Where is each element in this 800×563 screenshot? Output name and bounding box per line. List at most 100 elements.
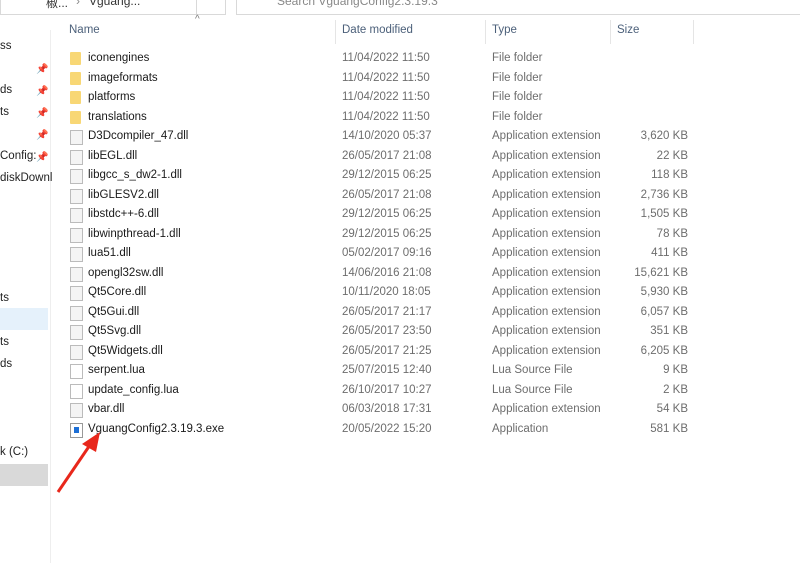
- file-type: Application extension: [492, 228, 601, 240]
- nav-item[interactable]: ts: [0, 336, 9, 348]
- sort-up-icon: ^: [195, 14, 200, 25]
- file-row[interactable]: libstdc++-6.dll 29/12/2015 06:25 Applica…: [60, 205, 700, 225]
- breadcrumb-parent[interactable]: 椒...: [46, 0, 68, 11]
- file-type: Application extension: [492, 247, 601, 259]
- file-type: Application extension: [492, 169, 601, 181]
- refresh-button[interactable]: [196, 0, 226, 15]
- dll-icon: [70, 228, 83, 243]
- selected-drive[interactable]: [0, 464, 48, 486]
- file-type: Application extension: [492, 325, 601, 337]
- dll-icon: [70, 208, 83, 223]
- txt-icon: [70, 364, 83, 379]
- nav-item[interactable]: diskDownl: [0, 172, 52, 184]
- pin-icon: 📌: [36, 152, 48, 163]
- file-size: 22 KB: [657, 150, 688, 162]
- file-row[interactable]: platforms 11/04/2022 11:50 File folder: [60, 88, 700, 108]
- file-row[interactable]: lua51.dll 05/02/2017 09:16 Application e…: [60, 244, 700, 264]
- file-row[interactable]: libgcc_s_dw2-1.dll 29/12/2015 06:25 Appl…: [60, 166, 700, 186]
- file-size: 1,505 KB: [641, 208, 688, 220]
- folder-icon: [70, 111, 81, 124]
- file-row[interactable]: opengl32sw.dll 14/06/2016 21:08 Applicat…: [60, 264, 700, 284]
- file-row[interactable]: serpent.lua 25/07/2015 12:40 Lua Source …: [60, 361, 700, 381]
- pin-icon: 📌: [36, 64, 48, 75]
- nav-item[interactable]: k (C:): [0, 446, 28, 458]
- dll-icon: [70, 189, 83, 204]
- file-type: Application extension: [492, 189, 601, 201]
- file-size: 5,930 KB: [641, 286, 688, 298]
- folder-icon: [70, 91, 81, 104]
- column-header-type[interactable]: Type: [492, 24, 517, 42]
- file-row[interactable]: imageformats 11/04/2022 11:50 File folde…: [60, 69, 700, 89]
- folder-icon: [70, 52, 81, 65]
- file-type: Application extension: [492, 208, 601, 220]
- dll-icon: [70, 286, 83, 301]
- file-row[interactable]: Qt5Widgets.dll 26/05/2017 21:25 Applicat…: [60, 342, 700, 362]
- address-bar[interactable]: 椒... › Vguang...: [0, 0, 197, 15]
- file-name: serpent.lua: [88, 364, 145, 376]
- file-date: 05/02/2017 09:16: [342, 247, 432, 259]
- pin-icon: 📌: [36, 86, 48, 97]
- file-size: 6,057 KB: [641, 306, 688, 318]
- file-type: File folder: [492, 111, 543, 123]
- file-row[interactable]: update_config.lua 26/10/2017 10:27 Lua S…: [60, 381, 700, 401]
- file-size: 581 KB: [650, 423, 688, 435]
- file-date: 26/05/2017 21:08: [342, 189, 432, 201]
- txt-icon: [70, 384, 83, 399]
- file-size: 411 KB: [651, 247, 688, 259]
- file-size: 3,620 KB: [641, 130, 688, 142]
- file-date: 26/05/2017 21:25: [342, 345, 432, 357]
- file-name: translations: [88, 111, 147, 123]
- breadcrumb-current[interactable]: Vguang...: [89, 0, 140, 8]
- file-date: 26/05/2017 21:17: [342, 306, 432, 318]
- file-row[interactable]: libEGL.dll 26/05/2017 21:08 Application …: [60, 147, 700, 167]
- file-type: Application extension: [492, 345, 601, 357]
- file-date: 11/04/2022 11:50: [342, 72, 430, 84]
- file-size: 9 KB: [663, 364, 688, 376]
- file-size: 2,736 KB: [641, 189, 688, 201]
- file-name: platforms: [88, 91, 135, 103]
- file-row[interactable]: Qt5Svg.dll 26/05/2017 23:50 Application …: [60, 322, 700, 342]
- red-arrow-annotation: [52, 432, 112, 497]
- file-type: File folder: [492, 52, 543, 64]
- file-date: 11/04/2022 11:50: [342, 52, 430, 64]
- navigation-pane: ss ds ts Config: diskDownl ts ts ds k (C…: [0, 30, 51, 563]
- file-type: Application extension: [492, 286, 601, 298]
- file-date: 29/12/2015 06:25: [342, 228, 432, 240]
- file-size: 118 KB: [651, 169, 688, 181]
- file-row[interactable]: Qt5Gui.dll 26/05/2017 21:17 Application …: [60, 303, 700, 323]
- file-size: 351 KB: [650, 325, 688, 337]
- search-input[interactable]: Search VguangConfig2.3.19.3: [236, 0, 800, 15]
- nav-item[interactable]: ss: [0, 40, 12, 52]
- file-name: Qt5Core.dll: [88, 286, 146, 298]
- file-row[interactable]: D3Dcompiler_47.dll 14/10/2020 05:37 Appl…: [60, 127, 700, 147]
- nav-item[interactable]: Config:: [0, 150, 36, 162]
- file-row[interactable]: libGLESV2.dll 26/05/2017 21:08 Applicati…: [60, 186, 700, 206]
- file-name: imageformats: [88, 72, 158, 84]
- file-size: 54 KB: [657, 403, 688, 415]
- file-type: Lua Source File: [492, 364, 573, 376]
- dll-icon: [70, 150, 83, 165]
- file-type: Application extension: [492, 306, 601, 318]
- file-date: 26/10/2017 10:27: [342, 384, 432, 396]
- file-row[interactable]: Qt5Core.dll 10/11/2020 18:05 Application…: [60, 283, 700, 303]
- nav-item[interactable]: ts: [0, 292, 9, 304]
- nav-item[interactable]: ds: [0, 358, 12, 370]
- file-row[interactable]: libwinpthread-1.dll 29/12/2015 06:25 App…: [60, 225, 700, 245]
- dll-icon: [70, 345, 83, 360]
- column-header-name[interactable]: Name: [69, 24, 100, 42]
- nav-item[interactable]: ts: [0, 106, 9, 118]
- selected-nav-item[interactable]: [0, 308, 48, 330]
- file-name: D3Dcompiler_47.dll: [88, 130, 188, 142]
- file-date: 11/04/2022 11:50: [342, 111, 430, 123]
- file-row[interactable]: VguangConfig2.3.19.3.exe 20/05/2022 15:2…: [60, 420, 700, 440]
- file-row[interactable]: vbar.dll 06/03/2018 17:31 Application ex…: [60, 400, 700, 420]
- file-date: 26/05/2017 23:50: [342, 325, 432, 337]
- nav-item[interactable]: ds: [0, 84, 12, 96]
- dll-icon: [70, 247, 83, 262]
- file-row[interactable]: translations 11/04/2022 11:50 File folde…: [60, 108, 700, 128]
- file-row[interactable]: iconengines 11/04/2022 11:50 File folder: [60, 49, 700, 69]
- column-header-size[interactable]: Size: [617, 24, 639, 42]
- column-header-date[interactable]: Date modified: [342, 24, 413, 42]
- file-date: 10/11/2020 18:05: [342, 286, 431, 298]
- file-name: libwinpthread-1.dll: [88, 228, 181, 240]
